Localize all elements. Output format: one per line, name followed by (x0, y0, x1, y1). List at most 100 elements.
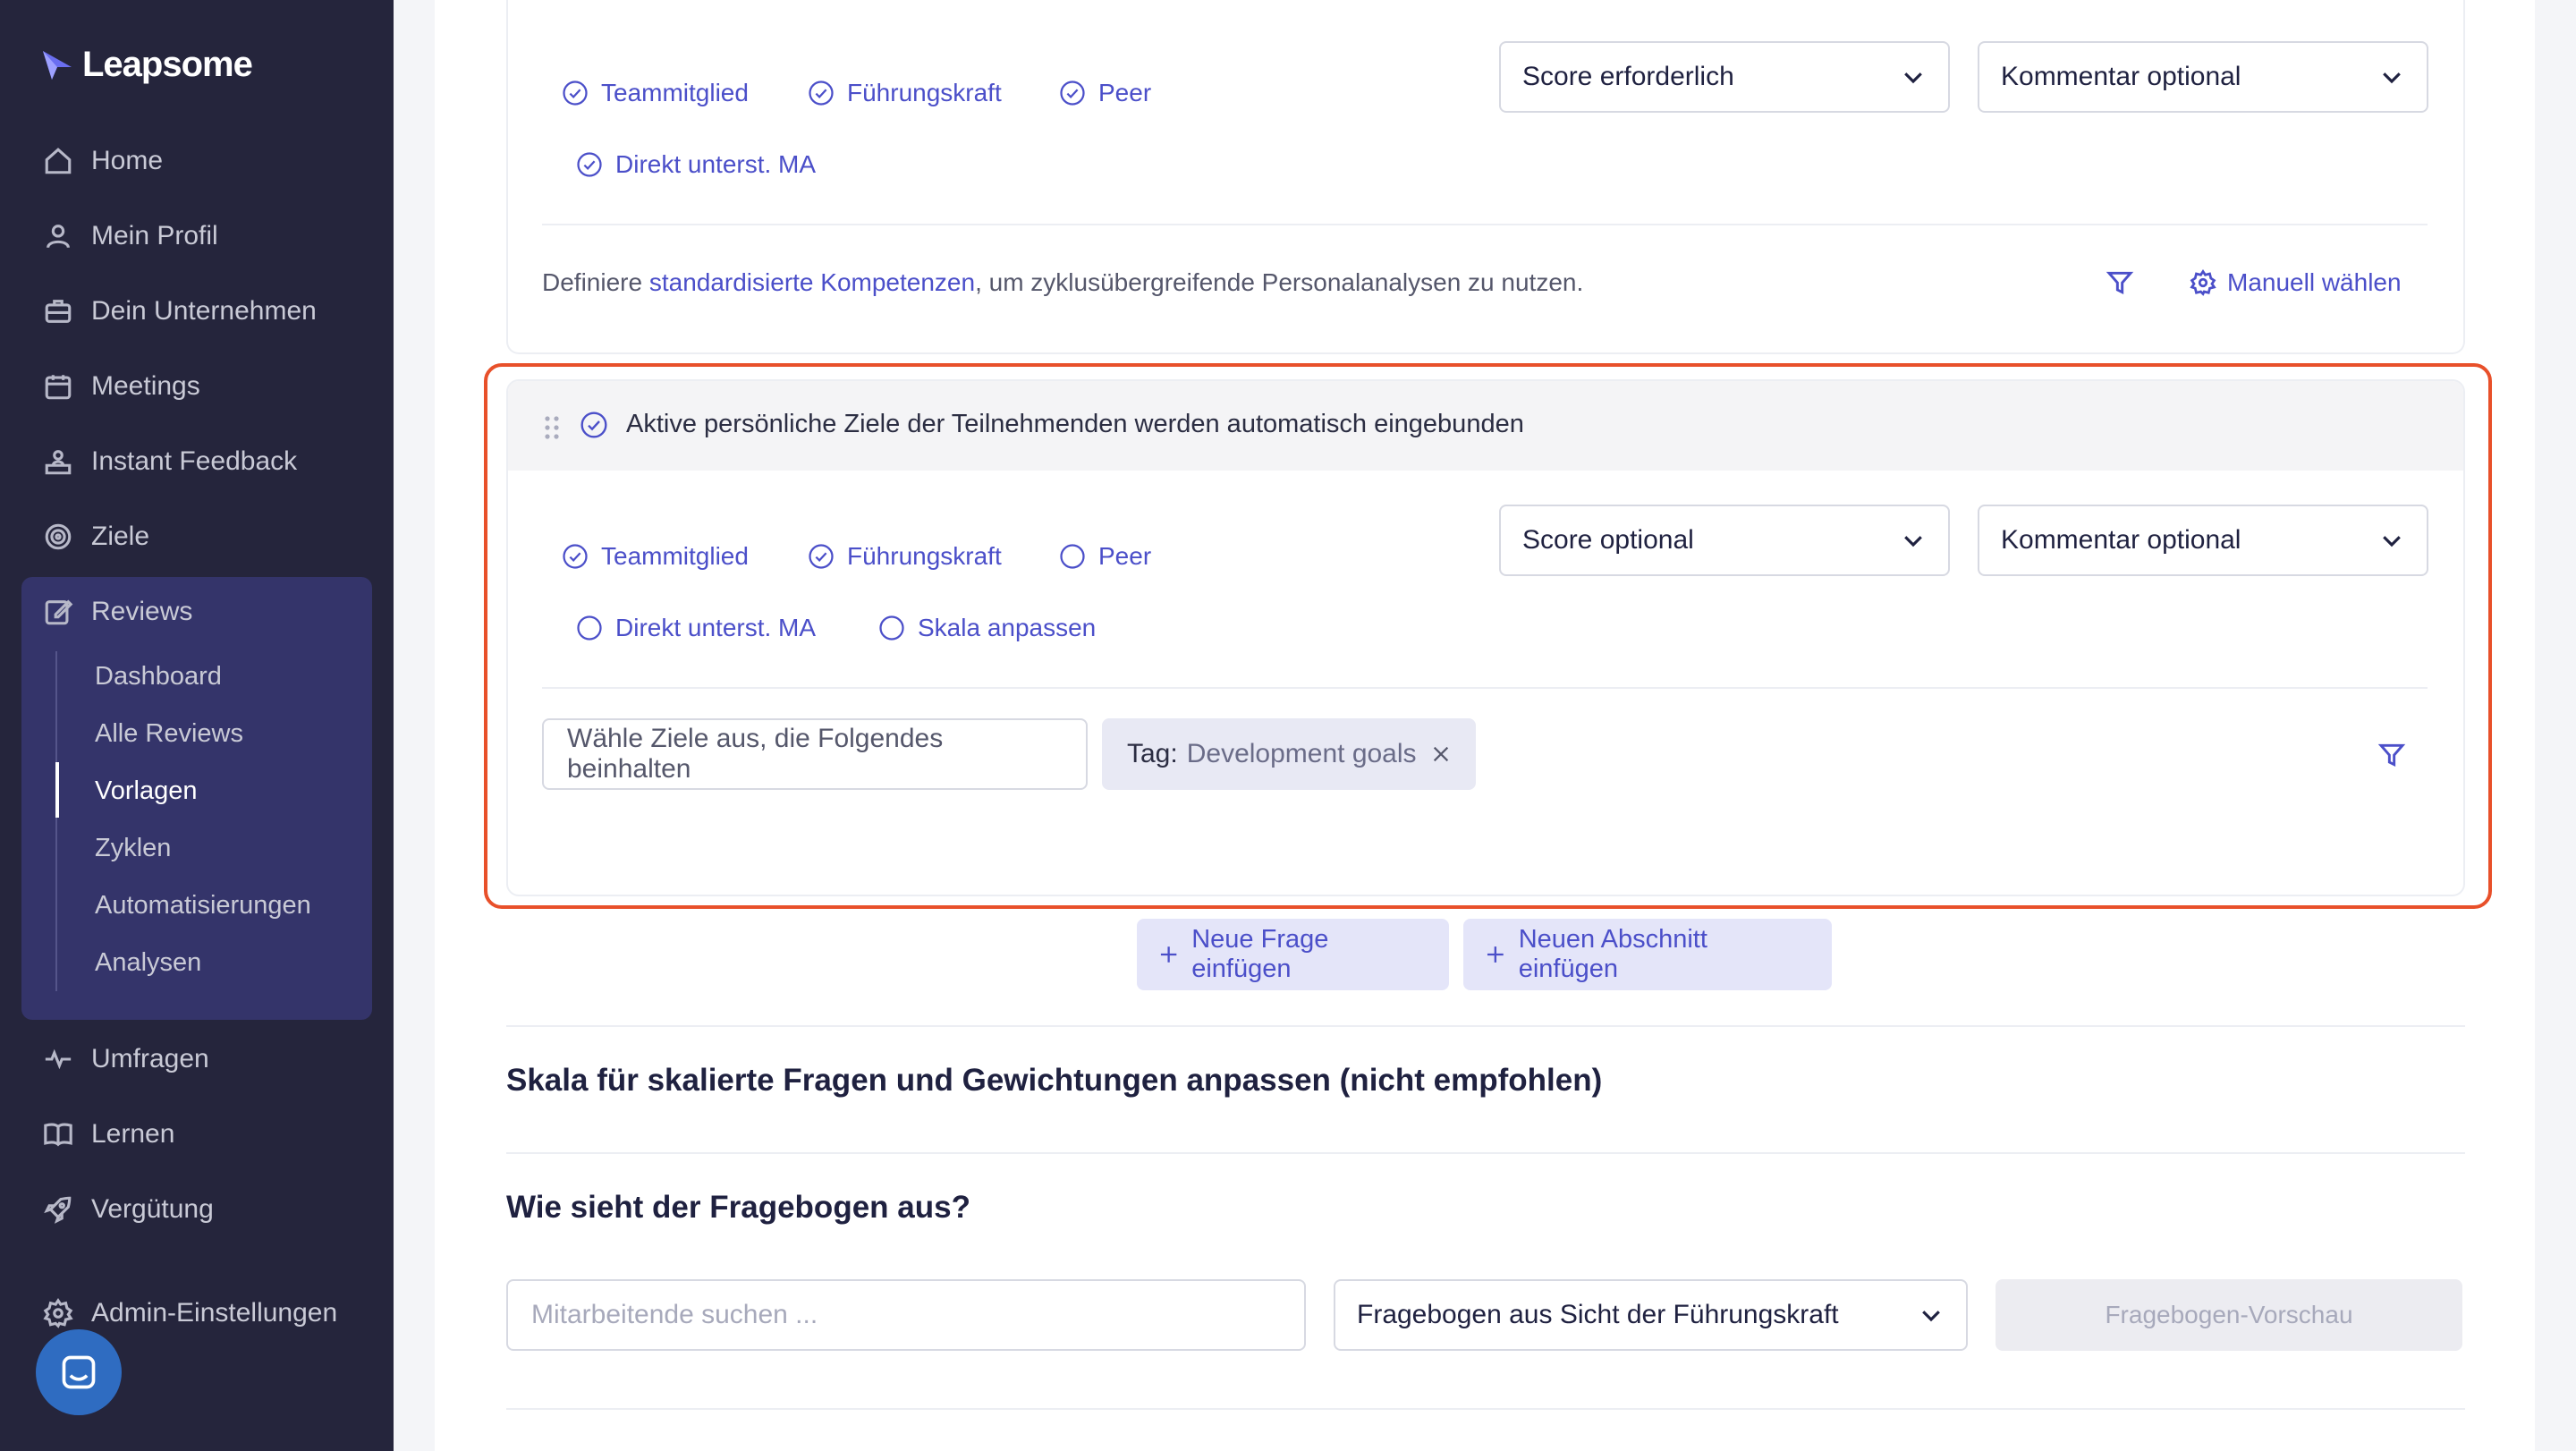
nav-umfragen[interactable]: Umfragen (43, 1032, 209, 1086)
edit-icon (45, 599, 73, 625)
role-label: Peer (1098, 542, 1152, 570)
divider (506, 1408, 2465, 1410)
nav-instant-feedback[interactable]: Instant Feedback (43, 435, 297, 488)
filter-icon (2106, 271, 2134, 295)
goals-comment-select[interactable]: Kommentar optional (1978, 505, 2428, 576)
role-fuehrungskraft[interactable]: Führungskraft (808, 79, 1002, 107)
nav-label: Umfragen (91, 1044, 209, 1073)
subnav-automatisierungen[interactable]: Automatisierungen (95, 878, 311, 932)
chevron-down-icon (1904, 72, 1922, 84)
role-label: Führungskraft (847, 542, 1002, 570)
nav-label: Lernen (91, 1119, 175, 1149)
empty-circle-icon (879, 615, 904, 641)
tag-key: Tag: (1127, 739, 1178, 768)
gear-icon (43, 1298, 73, 1328)
goal-tag-chip[interactable]: Tag: Development goals (1102, 718, 1476, 790)
preview-section-title: Wie sieht der Fragebogen aus? (506, 1190, 970, 1225)
nav-dein-unternehmen[interactable]: Dein Unternehmen (43, 284, 317, 338)
select-value: Score optional (1522, 525, 1694, 555)
logo[interactable]: Leapsome (39, 45, 253, 85)
nav-lernen[interactable]: Lernen (43, 1107, 174, 1161)
filter-button[interactable] (2106, 268, 2134, 297)
leapsome-logo-icon (43, 50, 72, 80)
subnav-dashboard[interactable]: Dashboard (95, 649, 222, 703)
role-label: Direkt unterst. MA (615, 614, 817, 641)
add-question-label: Neue Frage einfügen (1191, 925, 1329, 983)
nav-reviews[interactable]: Reviews (43, 585, 192, 639)
chevron-down-icon (1904, 536, 1922, 547)
nav-home[interactable]: Home (43, 134, 163, 188)
check-circle-icon (1060, 81, 1085, 106)
role-peer[interactable]: Peer (1059, 79, 1151, 107)
subnav-vorlagen[interactable]: Vorlagen (95, 764, 198, 818)
score-select[interactable]: Score erforderlich (1499, 41, 1950, 113)
goals-skala-anpassen[interactable]: Skala anpassen (878, 614, 1096, 642)
select-value: Score erforderlich (1522, 62, 1734, 91)
role-label: Skala anpassen (918, 614, 1097, 641)
nav-label: Vergütung (91, 1194, 214, 1224)
sidebar: Leapsome Home Mein Profil Dein Unternehm… (0, 0, 394, 1451)
subnav-zyklen[interactable]: Zyklen (95, 821, 171, 875)
add-section-button[interactable]: Neuen Abschnitt einfügen (1463, 919, 1832, 990)
nav-label: Reviews (91, 597, 193, 626)
comment-select[interactable]: Kommentar optional (1978, 41, 2428, 113)
subnav-active-indicator (55, 762, 59, 818)
divider (542, 224, 2428, 225)
goals-role-direkt-unterst-ma[interactable]: Direkt unterst. MA (576, 614, 816, 642)
feedback-icon (45, 450, 72, 475)
manual-select-label: Manuell wählen (2227, 268, 2402, 296)
subnav-alle-reviews[interactable]: Alle Reviews (95, 707, 243, 760)
preview-button[interactable]: Fragebogen-Vorschau (1996, 1279, 2462, 1351)
nav-label: Meetings (91, 371, 200, 401)
competency-info: Definiere standardisierte Kompetenzen, u… (542, 268, 1583, 297)
manual-select-button[interactable]: Manuell wählen (2190, 268, 2402, 297)
close-icon[interactable] (1431, 744, 1451, 764)
info-suffix: , um zyklusübergreifende Personalanalyse… (975, 268, 1584, 296)
rocket-icon (44, 1196, 72, 1224)
goals-role-fuehrungskraft[interactable]: Führungskraft (808, 542, 1002, 571)
chevron-down-icon (1922, 1311, 1940, 1322)
briefcase-icon (45, 300, 72, 323)
gear-icon (2190, 269, 2216, 296)
home-icon (45, 148, 72, 174)
brand-name: Leapsome (82, 45, 253, 84)
chat-icon (62, 1355, 96, 1389)
subnav-analysen[interactable]: Analysen (95, 936, 201, 989)
calendar-icon (45, 375, 72, 400)
filter-icon (2377, 743, 2406, 768)
goals-role-teammitglied[interactable]: Teammitglied (562, 542, 749, 571)
check-circle-icon (809, 544, 834, 569)
goals-role-peer[interactable]: Peer (1059, 542, 1151, 571)
role-direkt-unterst-ma[interactable]: Direkt unterst. MA (576, 150, 816, 179)
perspective-select[interactable]: Fragebogen aus Sicht der Führungskraft (1334, 1279, 1968, 1351)
select-value: Kommentar optional (2001, 525, 2241, 555)
empty-circle-icon (1060, 544, 1085, 569)
search-placeholder: Mitarbeitende suchen ... (531, 1300, 818, 1329)
role-label: Teammitglied (601, 79, 749, 106)
nav-ziele[interactable]: Ziele (43, 510, 149, 564)
divider (542, 687, 2428, 689)
goals-score-select[interactable]: Score optional (1499, 505, 1950, 576)
nav-label: Home (91, 146, 164, 175)
nav-verguetung[interactable]: Vergütung (43, 1183, 214, 1236)
add-question-button[interactable]: Neue Frage einfügen (1137, 919, 1449, 990)
select-value: Fragebogen aus Sicht der Führungskraft (1357, 1300, 1839, 1329)
check-circle-icon (809, 81, 834, 106)
role-label: Führungskraft (847, 79, 1002, 106)
nav-label: Dein Unternehmen (91, 296, 317, 326)
nav-meetings[interactable]: Meetings (43, 360, 200, 413)
goals-filter-button[interactable] (2377, 741, 2406, 769)
plus-icon (1487, 946, 1504, 963)
role-label: Direkt unterst. MA (615, 150, 817, 178)
add-section-label: Neuen Abschnitt einfügen (1518, 925, 1707, 983)
nav-mein-profil[interactable]: Mein Profil (43, 209, 218, 263)
employee-search-input[interactable]: Mitarbeitende suchen ... (506, 1279, 1306, 1351)
empty-circle-icon (577, 615, 602, 641)
standardized-competencies-link[interactable]: standardisierte Kompetenzen (649, 268, 975, 296)
chat-launcher[interactable] (36, 1329, 122, 1415)
check-circle-icon (577, 152, 602, 177)
chevron-down-icon (2383, 536, 2401, 547)
role-teammitglied[interactable]: Teammitglied (562, 79, 749, 107)
scale-section-title[interactable]: Skala für skalierte Fragen und Gewichtun… (506, 1063, 1602, 1099)
goal-filter-input[interactable]: Wähle Ziele aus, die Folgendes beinhalte… (542, 718, 1088, 790)
